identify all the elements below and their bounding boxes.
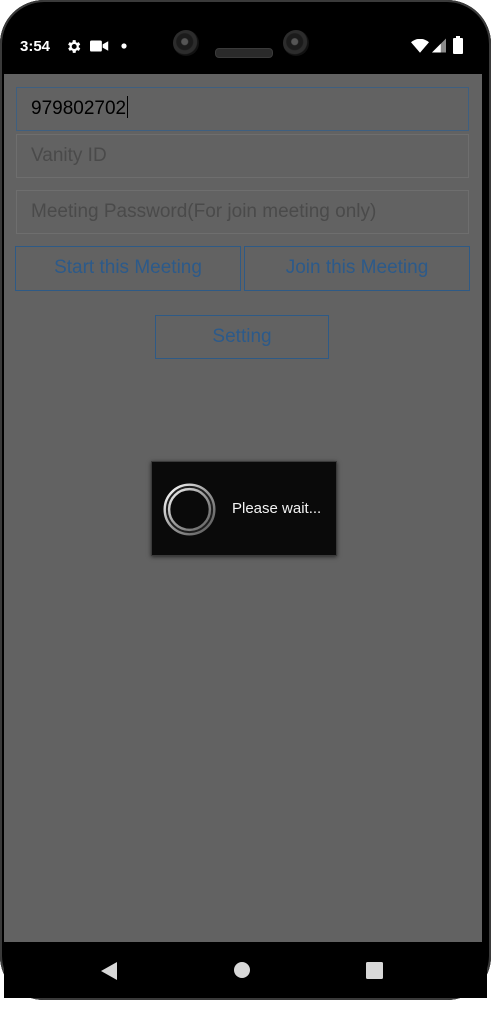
- meeting-password-input[interactable]: Meeting Password(For join meeting only): [16, 190, 469, 234]
- loading-spinner-icon: [163, 483, 216, 536]
- status-time: 3:54: [20, 38, 51, 55]
- vanity-id-input[interactable]: Vanity ID: [16, 134, 469, 178]
- meeting-id-input[interactable]: 979802702: [16, 87, 469, 131]
- text-cursor: [127, 96, 129, 118]
- status-bar: 3:54: [4, 20, 487, 74]
- phone-frame: 3:54 979802702 Vanity ID Meeting Passwor…: [0, 0, 491, 1024]
- video-camera-icon: [90, 40, 109, 52]
- please-wait-message: Please wait...: [232, 500, 322, 517]
- gear-icon: [68, 40, 81, 53]
- recents-icon[interactable]: [366, 962, 383, 979]
- wifi-icon: [411, 39, 429, 53]
- dot-icon: [121, 43, 127, 49]
- meeting-id-value: 979802702: [31, 98, 127, 119]
- progress-dialog: Please wait...: [151, 461, 337, 556]
- setting-button[interactable]: Setting: [155, 315, 329, 359]
- start-meeting-button[interactable]: Start this Meeting: [15, 246, 241, 291]
- vanity-id-placeholder: Vanity ID: [31, 145, 107, 166]
- navigation-bar: [4, 942, 487, 998]
- app-screen: 979802702 Vanity ID Meeting Password(For…: [4, 74, 482, 942]
- back-icon[interactable]: [99, 961, 119, 981]
- join-meeting-button[interactable]: Join this Meeting: [244, 246, 470, 291]
- home-icon[interactable]: [233, 961, 251, 979]
- meeting-password-placeholder: Meeting Password(For join meeting only): [31, 201, 377, 222]
- battery-icon: [453, 36, 463, 54]
- signal-icon: [432, 38, 446, 53]
